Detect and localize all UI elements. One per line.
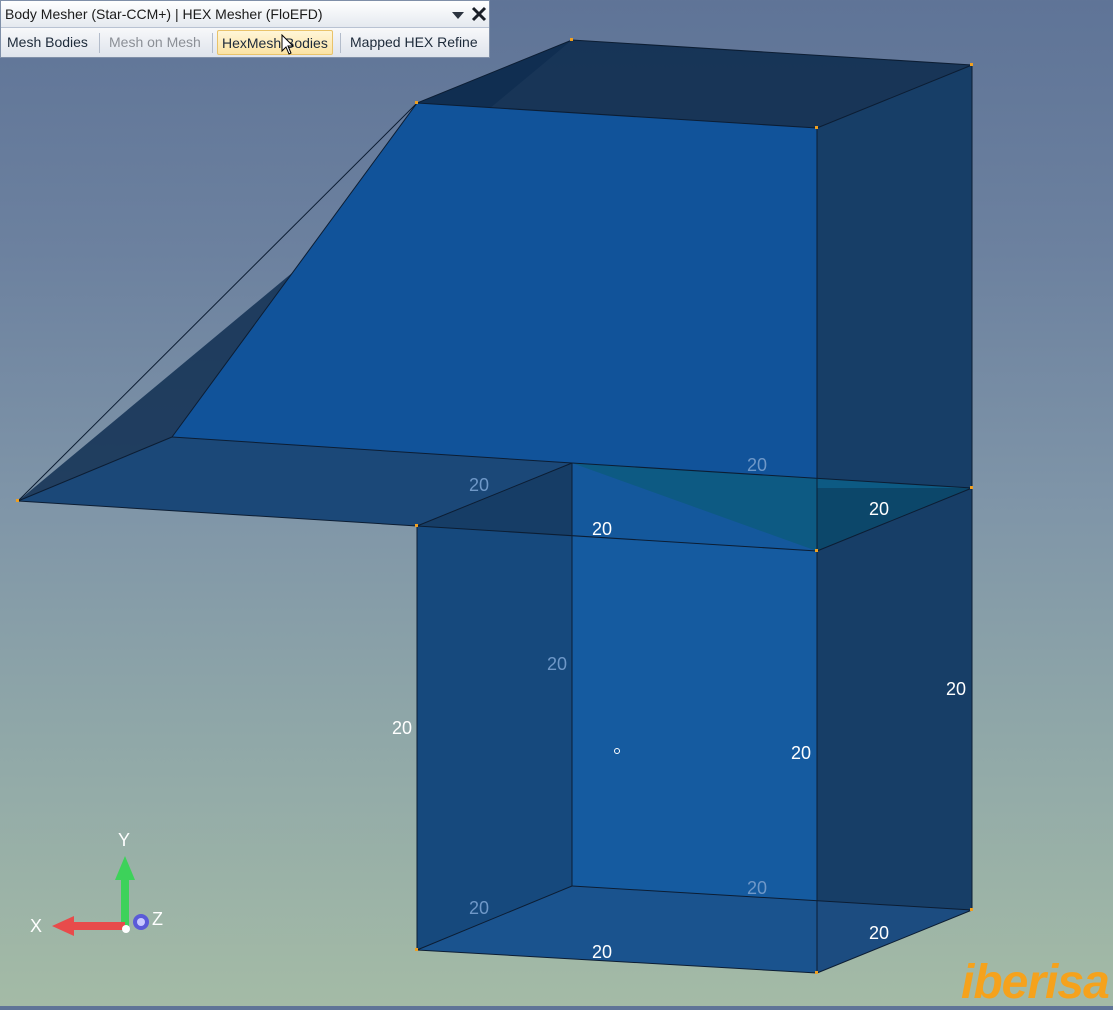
label-top-right: 20 (869, 499, 889, 519)
vertex (815, 126, 818, 129)
y-axis-label: Y (118, 830, 130, 850)
label-left-vertical-front: 20 (392, 718, 412, 738)
toolbar-separator (99, 33, 100, 53)
model-scene[interactable]: 20 20 20 20 20 20 20 20 20 20 20 20 Y X … (0, 0, 1113, 1006)
hexmesh-bodies-button[interactable]: HexMesh Bodies (217, 30, 333, 55)
mapped-hex-refine-button[interactable]: Mapped HEX Refine (346, 30, 482, 55)
axis-triad: Y X Z (30, 830, 163, 936)
x-axis-shaft (72, 922, 125, 930)
x-axis-arrow (52, 916, 74, 936)
graphics-viewport[interactable]: 20 20 20 20 20 20 20 20 20 20 20 20 Y X … (0, 0, 1113, 1006)
vertex (415, 948, 418, 951)
vertex (815, 549, 818, 552)
vertex (970, 908, 973, 911)
label-top-front: 20 (592, 519, 612, 539)
label-bottom-right: 20 (869, 923, 889, 943)
mouse-cursor-icon (281, 34, 295, 55)
lower-right-face[interactable] (817, 488, 972, 973)
vertex (815, 971, 818, 974)
label-top-back-left: 20 (469, 475, 489, 495)
vertex (570, 38, 573, 41)
mesh-bodies-button[interactable]: Mesh Bodies (3, 30, 92, 55)
vertex (970, 63, 973, 66)
toolbar-title: Body Mesher (Star-CCM+) | HEX Mesher (Fl… (5, 6, 323, 22)
label-bottom-back-left: 20 (469, 898, 489, 918)
toolbar-button-row: Mesh Bodies Mesh on Mesh HexMesh Bodies … (1, 28, 489, 57)
label-top-back-right: 20 (747, 455, 767, 475)
x-axis-label: X (30, 916, 42, 936)
label-left-vertical-back: 20 (547, 654, 567, 674)
iberisa-logo: iberisa (961, 956, 1110, 1009)
label-bottom-back-right: 20 (747, 878, 767, 898)
triad-origin (122, 925, 130, 933)
vertex (16, 499, 19, 502)
z-axis-tip (137, 918, 145, 926)
close-icon[interactable] (470, 5, 488, 23)
toolbar-separator (340, 33, 341, 53)
mesher-toolbar: Body Mesher (Star-CCM+) | HEX Mesher (Fl… (0, 0, 490, 58)
vertex (415, 101, 418, 104)
mesh-on-mesh-button[interactable]: Mesh on Mesh (105, 30, 205, 55)
toolbar-separator (212, 33, 213, 53)
vertex (970, 486, 973, 489)
toolbar-titlebar[interactable]: Body Mesher (Star-CCM+) | HEX Mesher (Fl… (1, 1, 489, 28)
upper-right-face[interactable] (817, 65, 972, 551)
z-axis-label: Z (152, 909, 163, 929)
y-axis-shaft (121, 878, 129, 928)
label-center-vertical: 20 (791, 743, 811, 763)
label-bottom-front: 20 (592, 942, 612, 962)
chevron-down-icon[interactable] (451, 9, 465, 21)
label-right-vertical: 20 (946, 679, 966, 699)
y-axis-arrow (115, 856, 135, 880)
vertex (415, 524, 418, 527)
